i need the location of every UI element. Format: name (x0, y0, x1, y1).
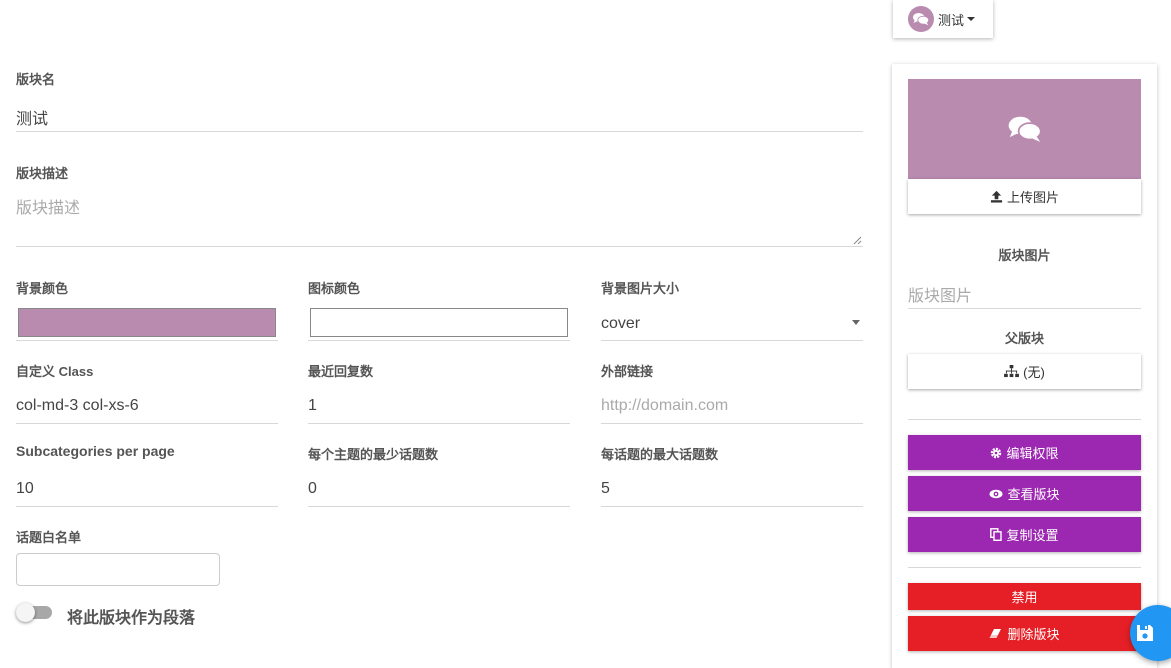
max-tags-underline (601, 506, 863, 507)
eye-icon (989, 489, 1003, 499)
category-name-underline (16, 131, 863, 132)
category-name-label: 版块名 (16, 72, 56, 87)
edit-permissions-button[interactable]: 编辑权限 (908, 435, 1141, 470)
description-underline (16, 246, 863, 247)
bg-image-size-label: 背景图片大小 (601, 281, 680, 296)
category-image-label: 版块图片 (998, 248, 1051, 263)
category-image-preview (908, 79, 1141, 179)
min-tags-underline (308, 506, 570, 507)
section-toggle-label: 将此版块作为段落 (67, 610, 196, 627)
recent-replies-label: 最近回复数 (308, 364, 374, 379)
disable-button[interactable]: 禁用 (908, 583, 1141, 610)
eraser-icon (989, 628, 1003, 639)
max-tags-label: 每话题的最大话题数 (601, 447, 719, 462)
copy-settings-button[interactable]: 复制设置 (908, 517, 1141, 552)
upload-image-label: 上传图片 (1006, 190, 1059, 205)
copy-settings-label: 复制设置 (1006, 528, 1059, 543)
comments-icon (1008, 116, 1042, 142)
recent-replies-underline (308, 423, 570, 424)
user-menu-button[interactable]: 测试 (893, 0, 993, 38)
subcategories-per-page-input[interactable]: 10 (16, 480, 34, 498)
custom-class-input[interactable]: col-md-3 col-xs-6 (16, 397, 139, 415)
subcategories-per-page-label: Subcategories per page (16, 443, 175, 459)
category-image-input[interactable]: 版块图片 (908, 282, 972, 306)
save-icon (1137, 625, 1153, 641)
parent-category-label: 父版块 (1004, 331, 1044, 346)
bg-color-underline (16, 340, 278, 341)
subcategories-per-page-underline (16, 506, 278, 507)
external-link-input[interactable]: http://domain.com (601, 397, 728, 415)
bg-image-size-select[interactable]: cover (601, 315, 640, 333)
icon-color-underline (308, 340, 570, 341)
category-description-textarea[interactable]: 版块描述 (16, 194, 80, 218)
min-tags-input[interactable]: 0 (308, 480, 317, 498)
section-toggle-knob[interactable] (16, 603, 35, 622)
tag-whitelist-input[interactable] (16, 553, 220, 586)
caret-down-icon (967, 17, 976, 21)
gear-icon (990, 447, 1002, 459)
edit-permissions-label: 编辑权限 (1006, 446, 1059, 461)
view-category-label: 查看版块 (1007, 487, 1060, 502)
bg-color-swatch[interactable] (18, 308, 276, 337)
tag-whitelist-label: 话题白名单 (16, 530, 82, 545)
textarea-resize-handle[interactable] (853, 236, 862, 245)
parent-category-button[interactable]: (无) (908, 354, 1141, 389)
bg-color-label: 背景颜色 (16, 281, 69, 296)
upload-image-button[interactable]: 上传图片 (908, 179, 1141, 214)
delete-category-button[interactable]: 删除版块 (908, 616, 1141, 651)
copy-icon (990, 528, 1003, 541)
icon-color-swatch[interactable] (310, 308, 568, 337)
icon-color-label: 图标颜色 (308, 281, 361, 296)
user-name: 测试 (938, 12, 965, 28)
panel-divider (908, 419, 1141, 420)
view-category-button[interactable]: 查看版块 (908, 476, 1141, 511)
category-image-underline (908, 308, 1141, 309)
sitemap-icon (1004, 365, 1020, 378)
max-tags-input[interactable]: 5 (601, 480, 610, 498)
recent-replies-input[interactable]: 1 (308, 397, 317, 415)
category-description-label: 版块描述 (16, 166, 69, 181)
custom-class-underline (16, 423, 278, 424)
custom-class-label: 自定义 Class (16, 364, 94, 379)
chevron-down-icon (852, 320, 860, 325)
parent-category-value: (无) (1023, 365, 1045, 380)
delete-category-label: 删除版块 (1007, 627, 1060, 642)
external-link-label: 外部链接 (601, 364, 654, 379)
disable-label: 禁用 (1011, 590, 1038, 605)
avatar (908, 6, 934, 32)
comments-icon (913, 13, 929, 26)
min-tags-label: 每个主题的最少话题数 (308, 447, 439, 462)
bg-image-size-underline (601, 340, 863, 341)
panel-divider-2 (908, 567, 1141, 568)
category-name-input[interactable]: 测试 (16, 105, 48, 129)
upload-icon (990, 190, 1003, 203)
external-link-underline (601, 423, 863, 424)
